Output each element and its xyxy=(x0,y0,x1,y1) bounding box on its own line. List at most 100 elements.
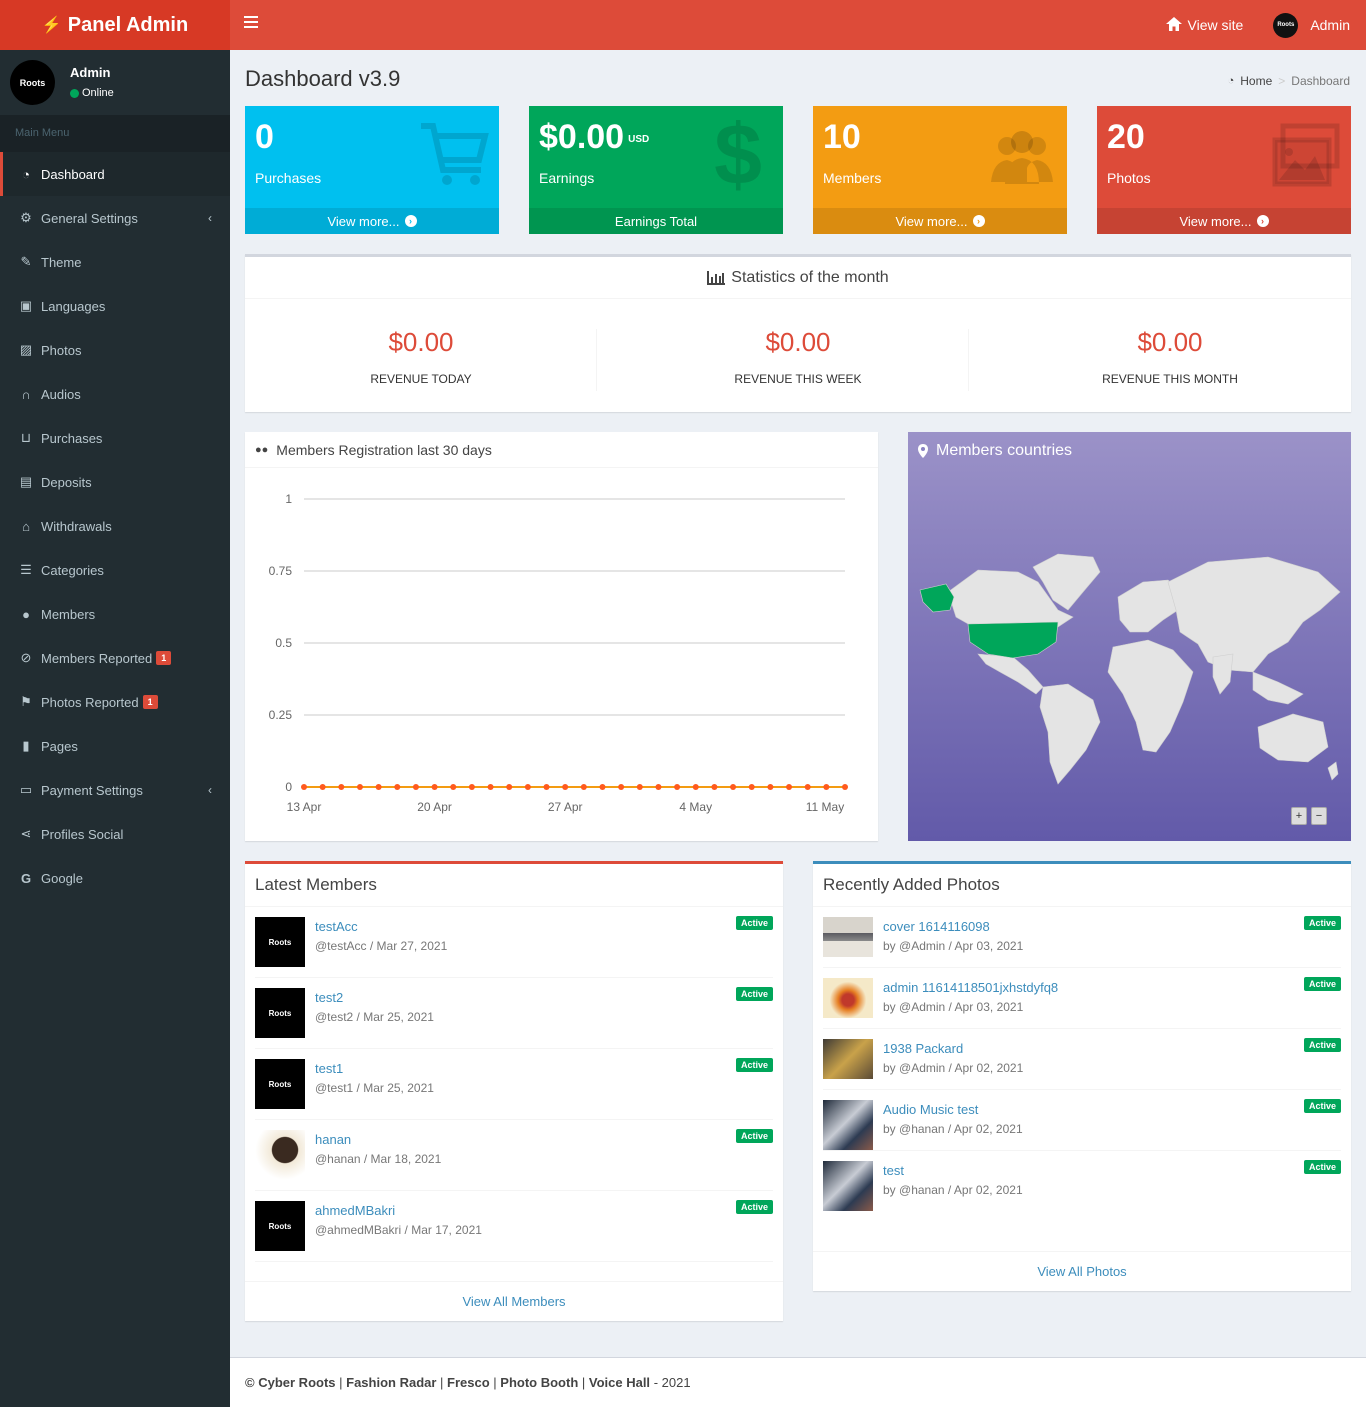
data-point[interactable] xyxy=(674,784,681,790)
google-icon: G xyxy=(20,870,32,886)
photo-thumbnail[interactable] xyxy=(823,917,873,957)
member-name[interactable]: test2 xyxy=(315,990,343,1005)
member-name[interactable]: test1 xyxy=(315,1061,343,1076)
photo-title[interactable]: Audio Music test xyxy=(883,1102,978,1117)
data-point[interactable] xyxy=(748,784,755,790)
map-zoom-out-button[interactable]: − xyxy=(1311,807,1327,825)
data-point[interactable] xyxy=(506,784,513,790)
data-point[interactable] xyxy=(767,784,774,790)
photo-title[interactable]: test xyxy=(883,1163,904,1178)
sidebar-item-payment-settings[interactable]: ▭ Payment Settings ‹ xyxy=(0,768,230,812)
sidebar-item-members-reported[interactable]: ⊘ Members Reported 1 xyxy=(0,636,230,680)
sidebar-item-photos[interactable]: ▨ Photos xyxy=(0,328,230,372)
photo-title[interactable]: 1938 Packard xyxy=(883,1041,963,1056)
data-point[interactable] xyxy=(468,784,475,790)
sidebar-item-pages[interactable]: ▮ Pages xyxy=(0,724,230,768)
data-point[interactable] xyxy=(450,784,457,790)
data-point[interactable] xyxy=(301,784,307,790)
data-point[interactable] xyxy=(804,784,811,790)
usa-highlight[interactable] xyxy=(967,621,1059,659)
photos-label: Photos xyxy=(1107,170,1151,186)
data-point[interactable] xyxy=(487,784,494,790)
data-point[interactable] xyxy=(655,784,662,790)
data-point[interactable] xyxy=(692,784,699,790)
footer-link-fashion-radar[interactable]: Fashion Radar xyxy=(346,1375,436,1390)
sidebar-item-label: Payment Settings xyxy=(41,782,143,798)
list-item[interactable]: Roots test2 @test2 / Mar 25, 2021 Active xyxy=(255,978,773,1049)
data-point[interactable] xyxy=(823,784,830,790)
data-point[interactable] xyxy=(562,784,569,790)
footer-link-cyber-roots[interactable]: Cyber Roots xyxy=(258,1375,335,1390)
data-point[interactable] xyxy=(319,784,326,790)
list-item[interactable]: cover 1614116098 by @Admin / Apr 03, 202… xyxy=(823,907,1341,968)
sidebar-item-deposits[interactable]: ▤ Deposits xyxy=(0,460,230,504)
sidebar-item-categories[interactable]: ☰ Categories xyxy=(0,548,230,592)
sidebar-item-google[interactable]: G Google xyxy=(0,856,230,900)
data-point[interactable] xyxy=(599,784,606,790)
photo-title[interactable]: admin 11614118501jxhstdyfq8 xyxy=(883,980,1058,995)
sidebar-item-withdrawals[interactable]: ⌂ Withdrawals xyxy=(0,504,230,548)
photos-view-more-link[interactable]: View more... › xyxy=(1097,208,1351,234)
list-item[interactable]: Roots testAcc @testAcc / Mar 27, 2021 Ac… xyxy=(255,907,773,978)
sidebar-item-dashboard[interactable]: ◔ Dashboard xyxy=(0,152,230,196)
photo-title[interactable]: cover 1614116098 xyxy=(883,919,990,934)
data-point[interactable] xyxy=(711,784,718,790)
data-point[interactable] xyxy=(636,784,643,790)
list-item[interactable]: hanan @hanan / Mar 18, 2021 Active xyxy=(255,1120,773,1191)
sidebar-item-purchases[interactable]: ⊔ Purchases xyxy=(0,416,230,460)
data-point[interactable] xyxy=(842,784,848,790)
brand-logo[interactable]: ⚡ Panel Admin xyxy=(0,0,230,50)
admin-user-menu[interactable]: Roots Admin xyxy=(1273,12,1350,38)
data-point[interactable] xyxy=(786,784,793,790)
member-name[interactable]: ahmedMBakri xyxy=(315,1203,395,1218)
x-tick-label: 27 Apr xyxy=(548,800,583,814)
photo-thumbnail[interactable] xyxy=(823,1100,873,1150)
data-point[interactable] xyxy=(580,784,587,790)
photo-thumbnail[interactable] xyxy=(823,978,873,1018)
members-view-more-link[interactable]: View more... › xyxy=(813,208,1067,234)
sidebar-item-theme[interactable]: ✎ Theme xyxy=(0,240,230,284)
list-item[interactable]: 1938 Packard by @Admin / Apr 02, 2021 Ac… xyxy=(823,1029,1341,1090)
sidebar-item-profiles-social[interactable]: ⋖ Profiles Social xyxy=(0,812,230,856)
member-name[interactable]: hanan xyxy=(315,1132,351,1147)
data-point[interactable] xyxy=(375,784,382,790)
footer-link-photo-booth[interactable]: Photo Booth xyxy=(500,1375,578,1390)
view-all-members-link[interactable]: View All Members xyxy=(245,1281,783,1321)
world-map[interactable] xyxy=(908,432,1351,841)
data-point[interactable] xyxy=(543,784,550,790)
sidebar-item-general-settings[interactable]: ⚙ General Settings ‹ xyxy=(0,196,230,240)
recent-photos-title: Recently Added Photos xyxy=(813,864,1351,907)
map-zoom-in-button[interactable]: + xyxy=(1291,807,1307,825)
member-avatar: Roots xyxy=(255,917,305,967)
list-item[interactable]: admin 11614118501jxhstdyfq8 by @Admin / … xyxy=(823,968,1341,1029)
sidebar-item-audios[interactable]: ∩ Audios xyxy=(0,372,230,416)
footer-link-voice-hall[interactable]: Voice Hall xyxy=(589,1375,650,1390)
data-point[interactable] xyxy=(431,784,438,790)
breadcrumb-home[interactable]: Home xyxy=(1240,74,1272,88)
recent-photos-box: Recently Added Photos cover 1614116098 b… xyxy=(813,861,1351,1291)
data-point[interactable] xyxy=(394,784,401,790)
data-point[interactable] xyxy=(356,784,363,790)
sidebar-item-photos-reported[interactable]: ⚑ Photos Reported 1 xyxy=(0,680,230,724)
alaska-highlight[interactable] xyxy=(919,583,955,613)
data-point[interactable] xyxy=(618,784,625,790)
data-point[interactable] xyxy=(412,784,419,790)
data-point[interactable] xyxy=(338,784,345,790)
list-item[interactable]: Roots test1 @test1 / Mar 25, 2021 Active xyxy=(255,1049,773,1120)
list-item[interactable]: test by @hanan / Apr 02, 2021 Active xyxy=(823,1151,1341,1212)
sidebar-item-members[interactable]: ● Members xyxy=(0,592,230,636)
data-point[interactable] xyxy=(524,784,531,790)
photo-thumbnail[interactable] xyxy=(823,1161,873,1211)
data-point[interactable] xyxy=(730,784,737,790)
sidebar-toggle-icon[interactable] xyxy=(244,16,258,30)
sidebar-item-languages[interactable]: ▣ Languages xyxy=(0,284,230,328)
view-all-photos-link[interactable]: View All Photos xyxy=(813,1251,1351,1291)
member-name[interactable]: testAcc xyxy=(315,919,358,934)
view-site-link[interactable]: View site xyxy=(1165,16,1243,34)
list-item[interactable]: Roots ahmedMBakri @ahmedMBakri / Mar 17,… xyxy=(255,1191,773,1262)
revenue-today: $0.00 REVENUE TODAY xyxy=(245,327,597,386)
purchases-view-more-link[interactable]: View more... › xyxy=(245,208,499,234)
footer-link-fresco[interactable]: Fresco xyxy=(447,1375,490,1390)
photo-thumbnail[interactable] xyxy=(823,1039,873,1079)
list-item[interactable]: Audio Music test by @hanan / Apr 02, 202… xyxy=(823,1090,1341,1151)
